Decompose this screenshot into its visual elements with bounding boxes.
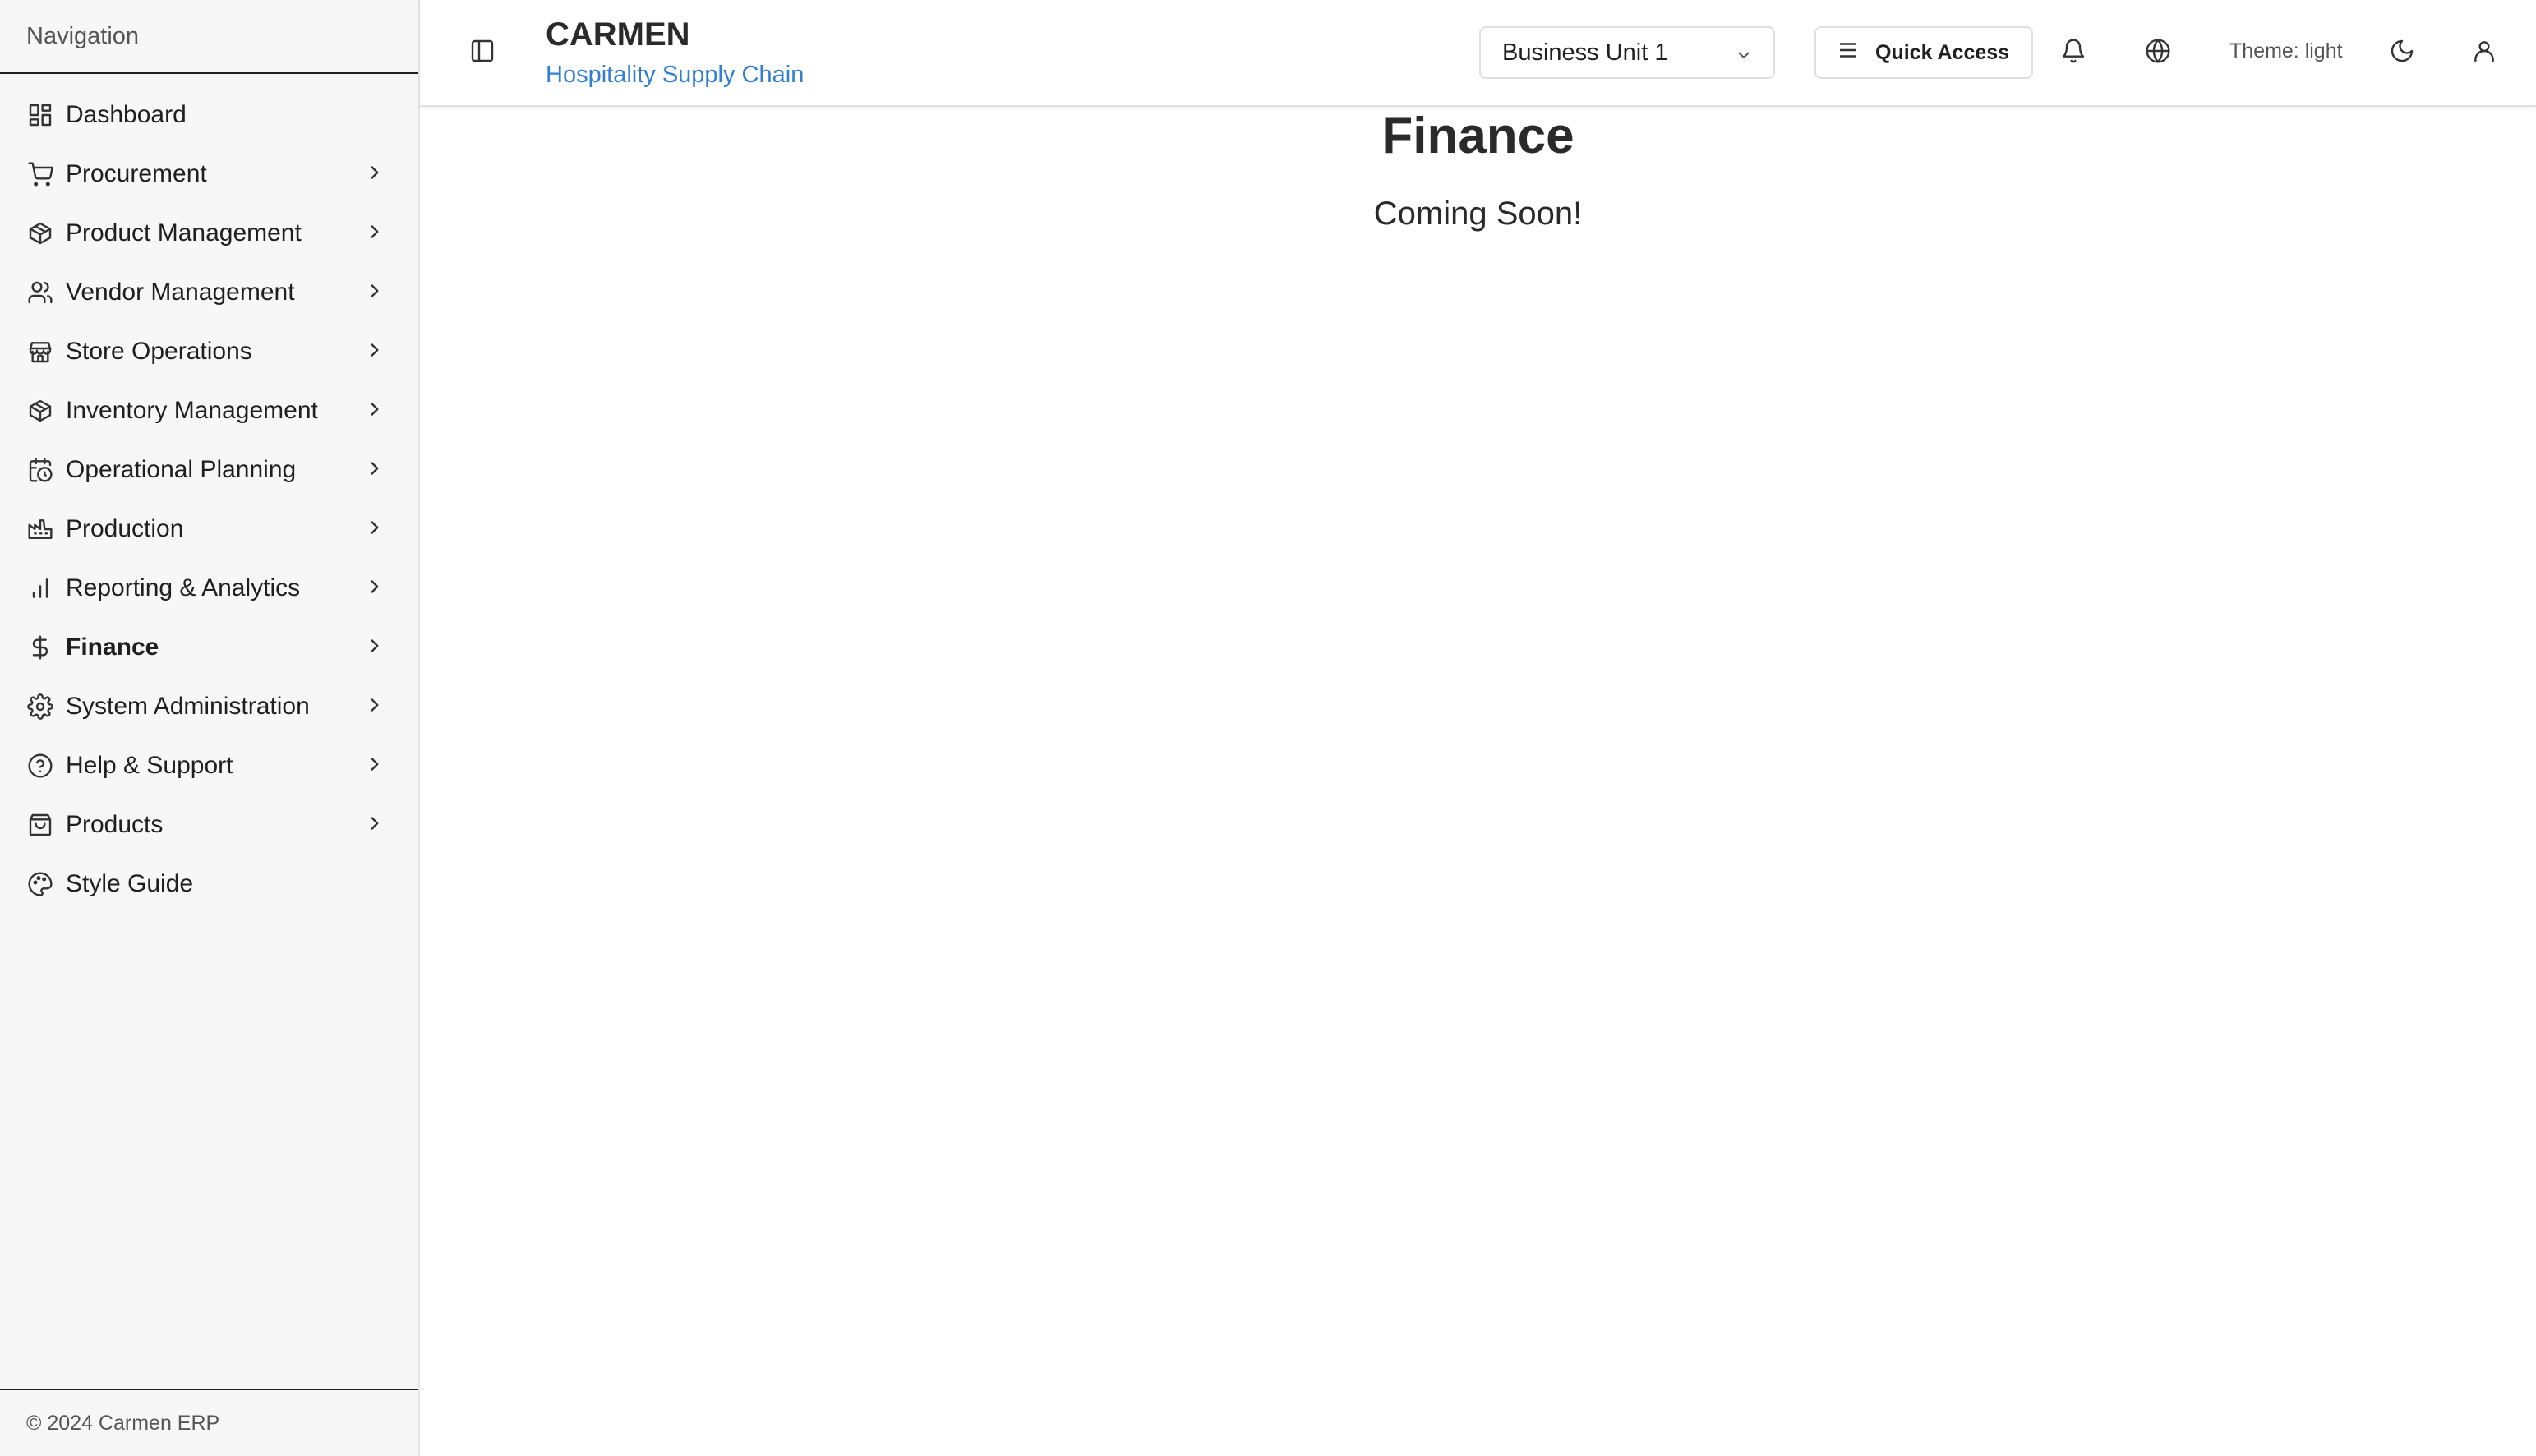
sidebar-item-label: Help & Support bbox=[66, 752, 233, 779]
sidebar-item-label: Products bbox=[66, 811, 164, 838]
chevron-down-icon bbox=[1734, 44, 1754, 71]
notifications-button[interactable] bbox=[2059, 38, 2088, 67]
sidebar-item-procurement[interactable]: Procurement bbox=[0, 145, 418, 204]
sidebar-heading: Navigation bbox=[0, 0, 418, 74]
sidebar-item-label: Style Guide bbox=[66, 870, 194, 897]
factory-icon bbox=[26, 515, 54, 543]
shopping-bag-icon bbox=[26, 811, 54, 839]
chevron-right-icon bbox=[364, 458, 385, 483]
panel-left-icon bbox=[469, 39, 496, 67]
sidebar-item-reporting-analytics[interactable]: Reporting & Analytics bbox=[0, 559, 418, 618]
dashboard-icon bbox=[26, 101, 54, 129]
quick-access-button[interactable]: Quick Access bbox=[1814, 26, 2033, 79]
sidebar-item-operational-planning[interactable]: Operational Planning bbox=[0, 440, 418, 500]
chevron-right-icon bbox=[364, 694, 385, 720]
sidebar-footer: © 2024 Carmen ERP bbox=[0, 1389, 418, 1456]
sidebar-item-help-support[interactable]: Help & Support bbox=[0, 736, 418, 795]
user-icon bbox=[2471, 38, 2497, 68]
user-menu-button[interactable] bbox=[2469, 38, 2499, 67]
settings-icon bbox=[26, 693, 54, 721]
users-icon bbox=[26, 279, 54, 306]
sidebar-item-label: System Administration bbox=[66, 693, 310, 720]
chevron-right-icon bbox=[364, 517, 385, 542]
sidebar-item-label: Product Management bbox=[66, 219, 302, 247]
theme-label: Theme: light bbox=[2229, 39, 2343, 62]
sidebar-item-finance[interactable]: Finance bbox=[0, 618, 418, 677]
sidebar-item-label: Reporting & Analytics bbox=[66, 574, 301, 601]
sidebar-item-label: Production bbox=[66, 515, 184, 542]
sidebar-item-label: Store Operations bbox=[66, 338, 252, 365]
chevron-right-icon bbox=[364, 399, 385, 424]
chevron-right-icon bbox=[364, 280, 385, 306]
chevron-right-icon bbox=[364, 576, 385, 601]
sidebar-item-system-administration[interactable]: System Administration bbox=[0, 677, 418, 736]
sidebar-item-production[interactable]: Production bbox=[0, 500, 418, 559]
sidebar-item-products[interactable]: Products bbox=[0, 795, 418, 855]
page-title: Finance bbox=[1381, 108, 1575, 164]
sidebar-item-label: Dashboard bbox=[66, 101, 187, 128]
sidebar-toggle-button[interactable] bbox=[469, 38, 499, 67]
language-button[interactable] bbox=[2143, 38, 2173, 67]
sidebar: Navigation Dashboard Procurement Product… bbox=[0, 0, 420, 1456]
calendar-clock-icon bbox=[26, 456, 54, 484]
shopping-cart-icon bbox=[26, 160, 54, 188]
sidebar-item-store-operations[interactable]: Store Operations bbox=[0, 322, 418, 381]
sidebar-item-style-guide[interactable]: Style Guide bbox=[0, 855, 418, 914]
sidebar-item-label: Finance bbox=[66, 634, 159, 661]
coming-soon-message: Coming Soon! bbox=[1373, 196, 1583, 232]
moon-icon bbox=[2389, 38, 2415, 68]
dollar-sign-icon bbox=[26, 634, 54, 661]
store-icon bbox=[26, 338, 54, 366]
bell-icon bbox=[2060, 38, 2086, 68]
business-unit-select[interactable]: Business Unit 1 bbox=[1479, 26, 1775, 79]
globe-icon bbox=[2145, 38, 2171, 68]
app-subtitle: Hospitality Supply Chain bbox=[546, 62, 805, 88]
business-unit-value: Business Unit 1 bbox=[1502, 39, 1668, 66]
package-icon bbox=[26, 219, 54, 247]
sidebar-item-label: Inventory Management bbox=[66, 397, 318, 424]
chevron-right-icon bbox=[364, 813, 385, 838]
help-circle-icon bbox=[26, 752, 54, 780]
sidebar-item-dashboard[interactable]: Dashboard bbox=[0, 85, 418, 145]
sidebar-nav: Dashboard Procurement Product Management… bbox=[0, 74, 418, 914]
theme-toggle-button[interactable] bbox=[2387, 38, 2417, 67]
chevron-right-icon bbox=[364, 339, 385, 365]
sidebar-item-label: Procurement bbox=[66, 160, 207, 187]
sidebar-item-label: Vendor Management bbox=[66, 279, 295, 306]
sidebar-item-label: Operational Planning bbox=[66, 456, 297, 483]
chevron-right-icon bbox=[364, 221, 385, 247]
chevron-right-icon bbox=[364, 162, 385, 187]
sidebar-item-inventory-management[interactable]: Inventory Management bbox=[0, 381, 418, 440]
chevron-right-icon bbox=[364, 753, 385, 779]
package-icon bbox=[26, 397, 54, 425]
bar-chart-icon bbox=[26, 574, 54, 602]
chevron-right-icon bbox=[364, 635, 385, 661]
menu-icon bbox=[1836, 38, 1875, 68]
top-header: CARMEN Hospitality Supply Chain Business… bbox=[420, 0, 2536, 107]
app-title: CARMEN bbox=[546, 16, 690, 53]
quick-access-label: Quick Access bbox=[1875, 40, 2010, 64]
sidebar-item-vendor-management[interactable]: Vendor Management bbox=[0, 263, 418, 322]
sidebar-item-product-management[interactable]: Product Management bbox=[0, 204, 418, 263]
palette-icon bbox=[26, 870, 54, 898]
